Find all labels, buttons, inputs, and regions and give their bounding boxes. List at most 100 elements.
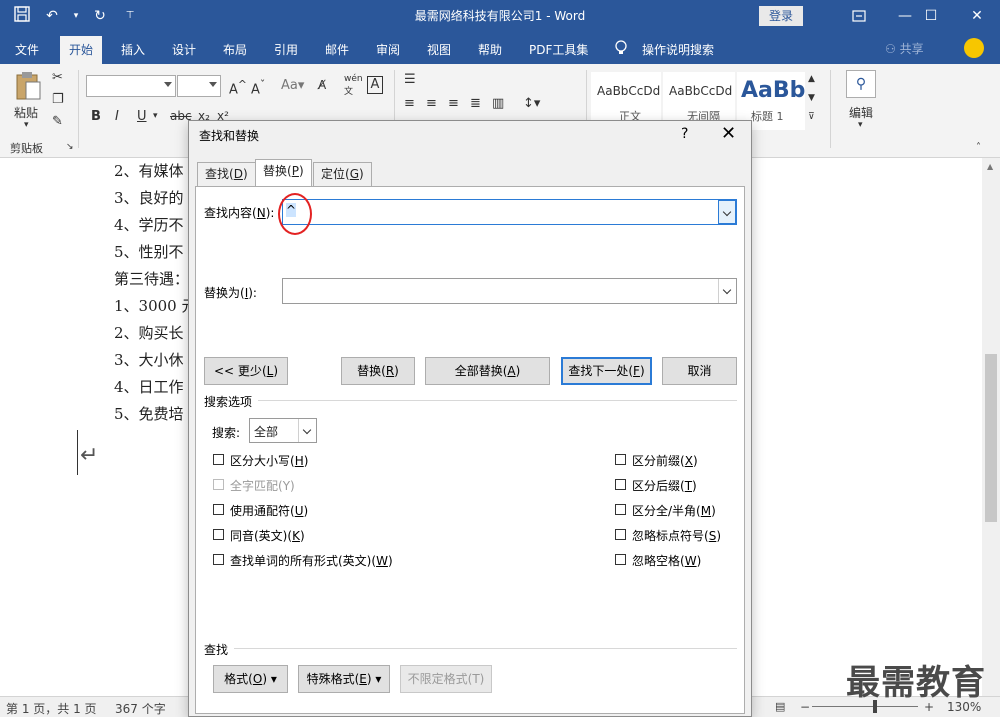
tab-replace[interactable]: 替换(P) [255, 159, 312, 187]
tab-design[interactable]: 设计 [163, 36, 205, 64]
bullets-icon[interactable]: ☰ [404, 72, 416, 87]
font-size-combo[interactable] [177, 75, 221, 97]
replace-button[interactable]: 替换(R) [341, 357, 415, 385]
share-button[interactable]: ⚇ 共享 [885, 40, 924, 57]
word-count[interactable]: 367 个字 [115, 700, 166, 717]
match-prefix-checkbox[interactable] [615, 454, 626, 465]
match-case-checkbox[interactable] [213, 454, 224, 465]
shrink-font-icon[interactable]: Aˇ [251, 78, 265, 97]
align-left-icon[interactable]: ≡ [404, 96, 415, 111]
ignore-whitespace-checkbox[interactable] [615, 554, 626, 565]
tab-file[interactable]: 文件 [6, 36, 48, 64]
smiley-feedback-icon[interactable] [964, 38, 984, 58]
tab-insert[interactable]: 插入 [112, 36, 154, 64]
page-count[interactable]: 第 1 页，共 1 页 [6, 700, 97, 717]
replace-all-button[interactable]: 全部替换(A) [425, 357, 550, 385]
tab-layout[interactable]: 布局 [214, 36, 256, 64]
match-case-label[interactable]: 区分大小写(H) [230, 452, 308, 469]
maximize-button[interactable]: ☐ [908, 0, 954, 32]
match-width-checkbox[interactable] [615, 504, 626, 515]
paste-label[interactable]: 粘贴 [14, 104, 38, 121]
undo-icon[interactable]: ↶ [42, 6, 62, 26]
tab-references[interactable]: 引用 [265, 36, 307, 64]
ignore-punctuation-checkbox[interactable] [615, 529, 626, 540]
scroll-up-icon[interactable]: ▲ [987, 162, 993, 171]
vertical-scrollbar[interactable]: ▲ [982, 158, 1000, 696]
copy-icon[interactable]: ❐ [52, 92, 64, 107]
paste-button[interactable] [14, 70, 42, 105]
sounds-like-label[interactable]: 同音(英文)(K) [230, 527, 305, 544]
underline-icon[interactable]: U [137, 109, 147, 124]
match-prefix-label[interactable]: 区分前缀(X) [632, 452, 698, 469]
web-layout-icon[interactable]: ▤ [775, 700, 785, 713]
tell-me-search[interactable]: 操作说明搜索 [633, 36, 723, 64]
tab-find[interactable]: 查找(D) [197, 162, 256, 186]
cut-icon[interactable]: ✂ [52, 70, 63, 85]
format-button[interactable]: 格式(O) ▾ [213, 665, 288, 693]
sounds-like-checkbox[interactable] [213, 529, 224, 540]
customize-qat-icon[interactable]: ⊤ [120, 6, 140, 26]
tab-pdf-tools[interactable]: PDF工具集 [520, 36, 597, 64]
scrollbar-thumb[interactable] [985, 354, 997, 522]
help-button[interactable]: ? [681, 126, 688, 142]
match-suffix-checkbox[interactable] [615, 479, 626, 490]
italic-icon[interactable]: I [115, 109, 119, 124]
find-history-dropdown[interactable] [718, 200, 736, 224]
format-painter-icon[interactable]: ✎ [52, 114, 63, 129]
all-word-forms-label[interactable]: 查找单词的所有形式(英文)(W) [230, 552, 393, 569]
collapse-ribbon-icon[interactable]: ˄ [976, 142, 981, 153]
paste-dropdown-icon[interactable]: ▾ [24, 120, 29, 130]
close-dialog-button[interactable]: ✕ [721, 123, 736, 144]
replace-with-input[interactable] [282, 278, 737, 304]
underline-dropdown-icon[interactable]: ▾ [153, 111, 158, 121]
styles-scroll-icon[interactable]: ▲ ▼ ⊽ [808, 70, 815, 127]
find-next-button[interactable]: 查找下一处(F) [561, 357, 652, 385]
zoom-out-icon[interactable]: − [800, 700, 810, 714]
justify-icon[interactable]: ≣ [470, 96, 481, 111]
ignore-whitespace-label[interactable]: 忽略空格(W) [632, 552, 701, 569]
bold-icon[interactable]: B [91, 109, 101, 124]
find-magnifier-icon[interactable]: ⚲ [846, 70, 876, 98]
less-label: << 更少 [214, 364, 262, 378]
dialog-launcher-icon[interactable]: ↘ [66, 142, 74, 152]
distributed-icon[interactable]: ▥ [492, 96, 504, 111]
clear-formatting-icon[interactable]: A̸ [318, 78, 326, 92]
change-case-icon[interactable]: Aa▾ [281, 78, 304, 93]
phonetic-guide-icon[interactable]: wén 文 [344, 74, 363, 97]
less-button[interactable]: << 更少(L) [204, 357, 288, 385]
find-what-input[interactable]: ^ [282, 199, 737, 225]
wildcards-label[interactable]: 使用通配符(U) [230, 502, 308, 519]
grow-font-icon[interactable]: A^ [229, 78, 247, 97]
match-suffix-label[interactable]: 区分后缀(T) [632, 477, 697, 494]
redo-icon[interactable]: ↻ [90, 6, 110, 26]
match-width-label[interactable]: 区分全/半角(M) [632, 502, 716, 519]
line-spacing-icon[interactable]: ↕▾ [523, 96, 540, 111]
match-case-text: 区分大小写 [230, 454, 291, 468]
zoom-slider-track[interactable] [812, 706, 918, 707]
tab-view[interactable]: 视图 [418, 36, 460, 64]
tab-home[interactable]: 开始 [60, 36, 103, 64]
search-direction-dropdown[interactable] [298, 419, 316, 442]
special-button[interactable]: 特殊格式(E) ▾ [298, 665, 390, 693]
chevron-down-icon[interactable]: ▾ [72, 6, 80, 26]
font-name-combo[interactable] [86, 75, 176, 97]
character-border-icon[interactable]: A [367, 76, 383, 94]
login-button[interactable]: 登录 [759, 6, 803, 26]
ribbon-display-options-icon[interactable] [836, 0, 882, 32]
align-center-icon[interactable]: ≡ [426, 96, 437, 111]
align-right-icon[interactable]: ≡ [448, 96, 459, 111]
all-word-forms-checkbox[interactable] [213, 554, 224, 565]
tab-mailings[interactable]: 邮件 [316, 36, 358, 64]
editing-dropdown-icon[interactable]: ▾ [858, 120, 863, 130]
ignore-punctuation-label[interactable]: 忽略标点符号(S) [632, 527, 721, 544]
wildcards-checkbox[interactable] [213, 504, 224, 515]
editing-button[interactable]: 编辑 [849, 104, 873, 121]
save-icon[interactable] [12, 6, 32, 26]
tab-review[interactable]: 审阅 [367, 36, 409, 64]
search-direction-select[interactable]: 全部 [249, 418, 317, 443]
cancel-button[interactable]: 取消 [662, 357, 737, 385]
close-window-button[interactable]: ✕ [954, 0, 1000, 32]
replace-history-dropdown[interactable] [718, 279, 736, 303]
tab-goto[interactable]: 定位(G) [313, 162, 372, 186]
tab-help[interactable]: 帮助 [469, 36, 511, 64]
